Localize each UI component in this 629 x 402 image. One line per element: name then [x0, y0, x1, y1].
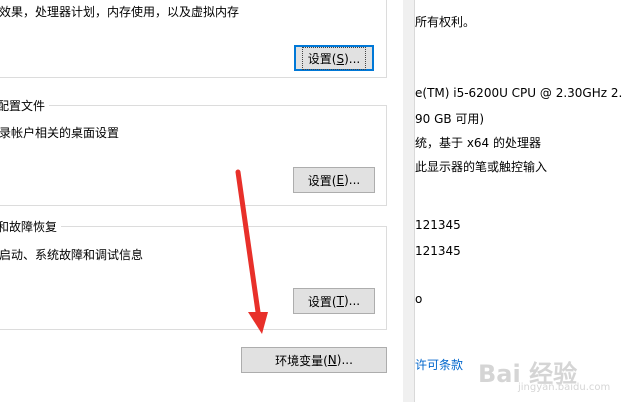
- user-profiles-description: 录帐户相关的桌面设置: [0, 126, 120, 140]
- computer-name-value: 121345: [415, 218, 461, 232]
- workgroup-fragment: o: [415, 292, 423, 306]
- environment-variables-button[interactable]: 环境变量(N)...: [241, 347, 387, 373]
- processor-value: e(TM) i5-6200U CPU @ 2.30GHz 2.: [415, 86, 623, 100]
- system-type-value: 统，基于 x64 的处理器: [415, 136, 542, 150]
- baidu-watermark: Bai 经验 jingyan.baidu.com: [478, 354, 618, 396]
- performance-settings-button[interactable]: 设置(S)...: [294, 45, 374, 71]
- performance-description: 效果，处理器计划，内存使用，以及虚拟内存: [0, 5, 240, 19]
- pen-touch-value: 此显示器的笔或触控输入: [415, 160, 548, 174]
- performance-group: 效果，处理器计划，内存使用，以及虚拟内存 设置(S)...: [0, 0, 387, 78]
- license-terms-link[interactable]: 许可条款: [415, 356, 463, 373]
- installed-ram-value: 90 GB 可用): [415, 112, 485, 126]
- startup-recovery-title: 和故障恢复: [0, 218, 62, 235]
- system-properties-advanced-tab: 效果，处理器计划，内存使用，以及虚拟内存 设置(S)... 配置文件 录帐户相关…: [0, 0, 403, 402]
- user-profiles-title: 配置文件: [0, 97, 50, 114]
- startup-recovery-settings-button[interactable]: 设置(T)...: [293, 288, 375, 314]
- user-profiles-settings-button[interactable]: 设置(E)...: [293, 167, 375, 193]
- user-profiles-group: 配置文件 录帐户相关的桌面设置 设置(E)...: [0, 97, 387, 206]
- startup-recovery-description: 启动、系统故障和调试信息: [0, 248, 144, 262]
- watermark-url: jingyan.baidu.com: [518, 382, 611, 393]
- startup-recovery-group: 和故障恢复 启动、系统故障和调试信息 设置(T)...: [0, 218, 387, 330]
- window-gap: [403, 0, 414, 402]
- copyright-text: 所有权利。: [415, 15, 476, 29]
- full-computer-name-value: 121345: [415, 244, 461, 258]
- system-info-panel: 所有权利。 e(TM) i5-6200U CPU @ 2.30GHz 2. 90…: [414, 0, 629, 402]
